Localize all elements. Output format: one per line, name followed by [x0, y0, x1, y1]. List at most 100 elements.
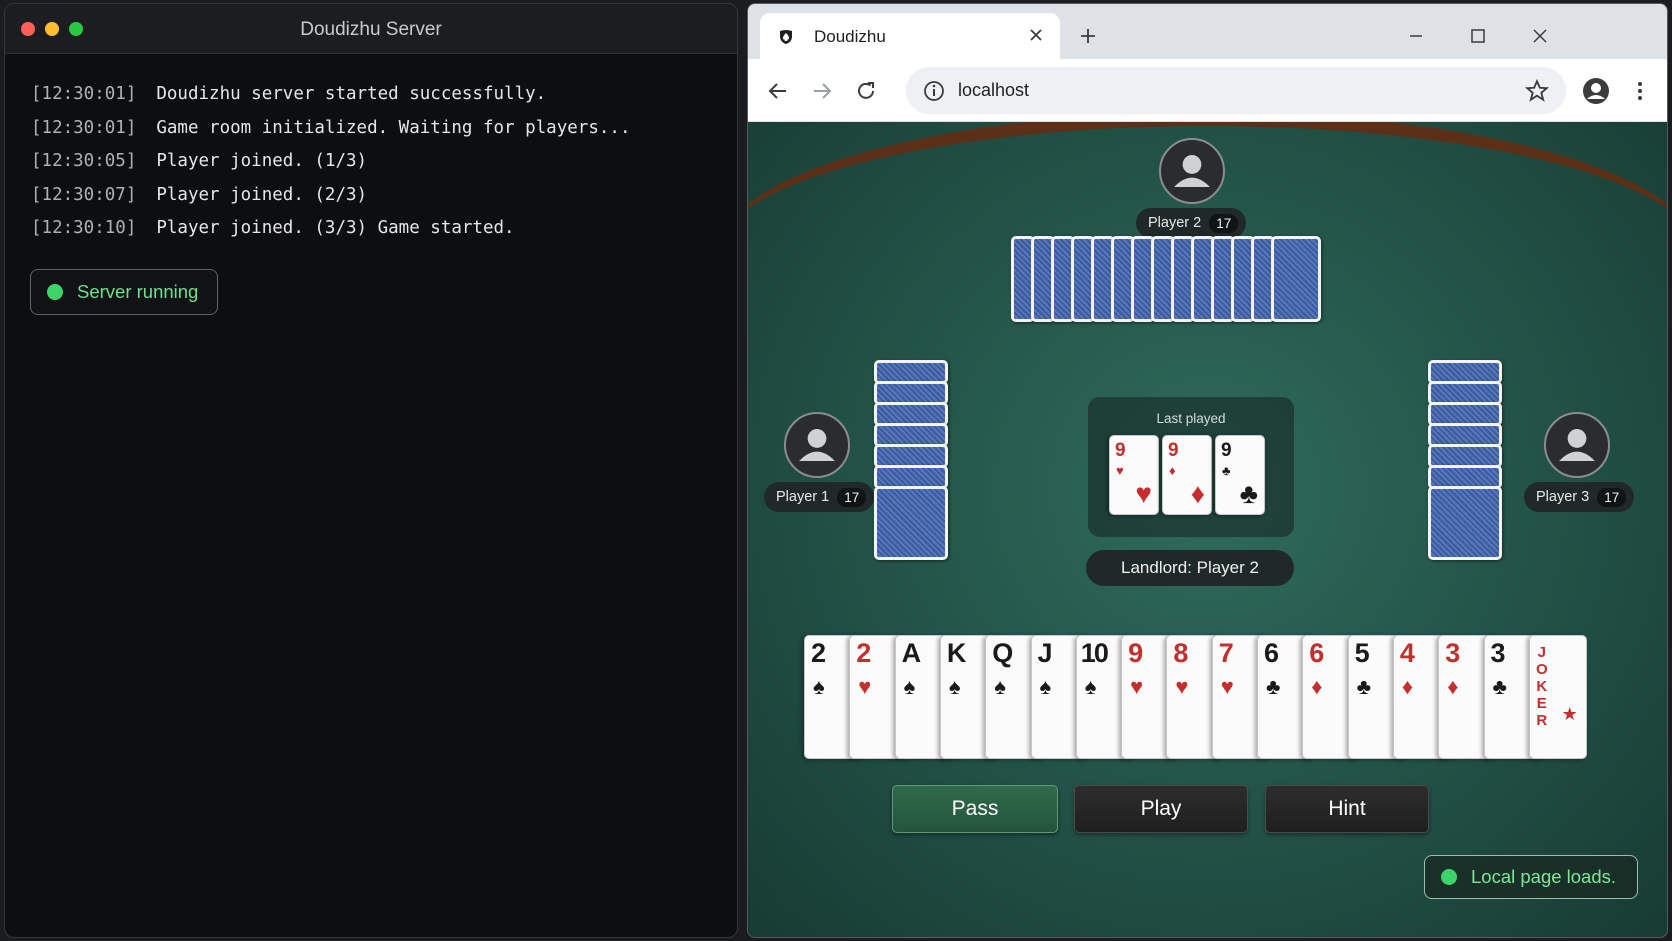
joker-card[interactable]: J O K E R ★ — [1528, 635, 1587, 759]
card-suit-icon: ♠ — [813, 674, 825, 699]
card-rank: J — [1037, 638, 1053, 668]
player-name: Player 1 — [776, 489, 830, 505]
log-message: Player joined. (3/3) Game started. — [156, 218, 515, 238]
card-rank: 3 — [1490, 638, 1506, 668]
log-line: [12:30:01] Game room initialized. Waiting… — [31, 118, 630, 152]
log-message: Player joined. (2/3) — [156, 184, 368, 205]
server-log: [12:30:01] Doudizhu server started succes… — [31, 84, 630, 252]
minimize-icon[interactable] — [1400, 20, 1432, 52]
card-suit-icon: ♥ — [1116, 463, 1124, 478]
log-line: [12:30:01] Doudizhu server started succes… — [31, 84, 630, 118]
card-rank: K — [946, 638, 967, 668]
tab-title: Doudizhu — [814, 27, 886, 46]
card-suit-icon: ♣ — [1492, 674, 1507, 699]
card-rank: 9 — [1115, 440, 1126, 461]
log-message: Player joined. (1/3) — [156, 151, 368, 171]
card-center-suit-icon: ♦ — [1190, 478, 1205, 509]
card-rank: Q — [992, 638, 1014, 668]
forward-icon[interactable] — [806, 75, 838, 107]
card-suit-icon: ♦ — [1401, 674, 1414, 699]
player-3-avatar[interactable] — [1544, 412, 1610, 478]
status-dot-icon — [1441, 869, 1457, 885]
card-count-badge: 17 — [1597, 487, 1627, 507]
close-tab-icon[interactable] — [1024, 23, 1048, 47]
log-time: [12:30:07] — [31, 184, 137, 205]
star-icon[interactable] — [1524, 78, 1550, 104]
terminal-window: Doudizhu Server [12:30:01] Doudizhu serve… — [4, 3, 738, 938]
player-name: Player 3 — [1536, 489, 1590, 505]
terminal-title: Doudizhu Server — [300, 19, 442, 40]
card-rank: 5 — [1354, 638, 1370, 668]
browser-toolbar: localhost — [748, 59, 1667, 122]
card-suit-icon: ♠ — [994, 674, 1006, 699]
tab-doudizhu[interactable]: Doudizhu — [760, 13, 1060, 59]
played-card: 9 ♦ ♦ — [1162, 435, 1212, 515]
maximize-icon[interactable] — [1462, 20, 1494, 52]
address-bar[interactable]: localhost — [906, 67, 1566, 114]
played-card: 9 ♣ ♣ — [1215, 435, 1265, 515]
last-played-label: Last played — [1156, 411, 1226, 426]
browser-window: Doudizhu localhost Player 2 17 Player 1 … — [747, 3, 1668, 938]
player-name: Player 2 — [1148, 215, 1202, 231]
play-button[interactable]: Play — [1074, 785, 1248, 833]
last-played-panel: Last played 9 ♥ ♥ 9 ♦ ♦ 9 ♣ ♣ — [1088, 397, 1294, 537]
load-status-badge: Local page loads. — [1424, 855, 1638, 899]
card-rank: 9 — [1128, 638, 1144, 668]
player-1-nameplate: Player 1 17 — [764, 482, 875, 512]
tab-bar: Doudizhu — [748, 4, 1667, 59]
server-status-text: Server running — [77, 281, 199, 302]
log-time: [12:30:01] — [31, 84, 137, 104]
card-rank: 6 — [1264, 638, 1280, 668]
card-back — [1271, 236, 1321, 322]
new-tab-icon[interactable] — [1074, 22, 1102, 50]
card-center-suit-icon: ♥ — [1135, 478, 1152, 509]
game-table: Player 2 17 Player 1 17 Player 3 17 Last… — [748, 122, 1667, 937]
log-line: [12:30:10] Player joined. (3/3) Game star… — [31, 218, 630, 252]
terminal-titlebar: Doudizhu Server — [5, 4, 737, 54]
card-suit-icon: ♠ — [1039, 674, 1052, 699]
reload-icon[interactable] — [850, 75, 882, 107]
spade-shield-icon — [780, 30, 792, 44]
card-rank: 7 — [1218, 638, 1234, 668]
card-back — [1428, 486, 1502, 560]
player-1-avatar[interactable] — [784, 412, 850, 478]
card-suit-icon: ♠ — [903, 674, 916, 699]
pass-button[interactable]: Pass — [892, 785, 1058, 833]
card-suit-icon: ♥ — [1220, 674, 1234, 699]
card-rank: 6 — [1309, 638, 1325, 668]
log-line: [12:30:07] Player joined. (2/3) — [31, 185, 630, 219]
card-suit-icon: ♦ — [1311, 674, 1323, 699]
status-dot-icon — [47, 284, 63, 300]
url-text: localhost — [958, 80, 1030, 100]
menu-icon[interactable] — [1624, 75, 1656, 107]
hint-button[interactable]: Hint — [1265, 785, 1429, 833]
info-icon[interactable] — [922, 79, 946, 103]
card-count-badge: 17 — [1209, 213, 1239, 233]
card-back — [874, 486, 948, 560]
card-suit-icon: ♠ — [1084, 674, 1097, 699]
landlord-badge: Landlord: Player 2 — [1086, 550, 1294, 586]
player-3-nameplate: Player 3 17 — [1524, 482, 1635, 512]
card-suit-icon: ♣ — [1222, 463, 1231, 478]
close-icon[interactable] — [1524, 20, 1556, 52]
player-2-nameplate: Player 2 17 — [1136, 208, 1247, 238]
card-rank: 2 — [811, 638, 827, 668]
card-suit-icon: ♦ — [1169, 463, 1176, 478]
log-line: [12:30:05] Player joined. (1/3) — [31, 151, 630, 185]
user-icon — [799, 429, 835, 461]
card-suit-icon: ♥ — [858, 674, 872, 699]
card-rank: 4 — [1399, 638, 1415, 668]
back-icon[interactable] — [762, 75, 794, 107]
card-count-badge: 17 — [837, 487, 867, 507]
joker-label: JOKER — [1535, 644, 1548, 729]
log-time: [12:30:05] — [31, 151, 137, 171]
card-suit-icon: ♥ — [1130, 674, 1144, 699]
card-suit-icon: ♣ — [1266, 674, 1281, 699]
card-rank: 9 — [1221, 440, 1232, 461]
server-status-badge: Server running — [30, 269, 218, 315]
user-icon — [1174, 155, 1210, 187]
profile-icon[interactable] — [1580, 75, 1612, 107]
player-2-avatar[interactable] — [1159, 138, 1225, 204]
card-center-suit-icon: ♣ — [1239, 478, 1258, 509]
card-suit-icon: ♠ — [948, 674, 961, 699]
